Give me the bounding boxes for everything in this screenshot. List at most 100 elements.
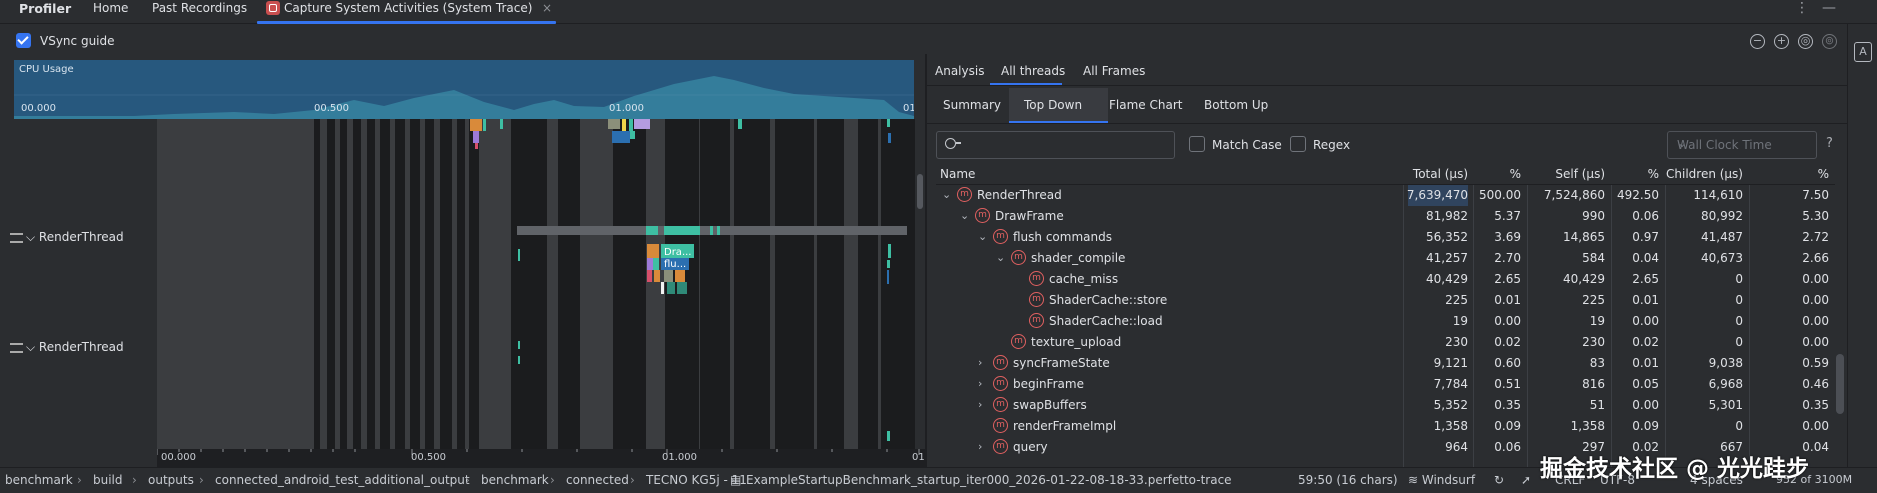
tab-all-threads[interactable]: All threads [1001,64,1065,78]
regex-checkbox[interactable] [1290,136,1306,152]
row-children-pct: 0.00 [1802,293,1829,307]
table-row[interactable]: › m swapBuffers 5,352 0.35 51 0.00 5,301 0.35 [936,395,1835,416]
chevron-down-icon[interactable]: ⌄ [996,251,1006,264]
table-row[interactable]: › m syncFrameState 9,121 0.60 83 0.01 9,038 0.59 [936,353,1835,374]
table-row[interactable]: m cache_miss 40,429 2.65 40,429 2.65 0 0.00 [936,269,1835,290]
chevron-right-icon[interactable]: › [978,398,988,411]
windsurf-plugin[interactable]: ≋ Windsurf [1408,473,1475,487]
assistant-icon[interactable]: A [1854,42,1872,62]
breadcrumb-item[interactable]: ExampleStartupBenchmark_startup_iter000_… [746,473,1232,487]
tab-flame-chart[interactable]: Flame Chart [1109,98,1182,112]
file-icon: ▤ [730,473,742,487]
breadcrumb-item[interactable]: benchmark [481,473,549,487]
tab-top-down[interactable]: Top Down [1024,98,1082,112]
time-axis: 00.000 00.500 01.000 01 [157,449,925,467]
chevron-down-icon: ⌄ [1677,136,1688,150]
table-row[interactable]: › m beginFrame 7,784 0.51 816 0.05 6,968 0.46 [936,374,1835,395]
help-icon[interactable]: ? [1826,136,1833,151]
row-self: 19 [1589,314,1605,328]
row-total-pct: 0.01 [1494,293,1521,307]
clock-type-select[interactable]: Wall Clock Time ⌄ [1667,131,1817,159]
table-scrollbar-thumb[interactable] [1836,354,1844,414]
col-header-self[interactable]: Self (μs) [1527,167,1605,181]
breadcrumb-item[interactable]: connected [566,473,629,487]
table-row[interactable]: ⌄ m RenderThread 7,639,470 500.00 7,524,860 49… [936,185,1835,206]
expand-chevron-icon[interactable]: ⌵ [26,230,39,244]
zoom-in-icon[interactable]: + [1774,34,1789,49]
expand-chevron-icon[interactable]: ⌵ [26,340,39,354]
chevron-right-icon[interactable]: › [978,440,988,453]
tab-capture-system-activities[interactable]: Capture System Activities (System Trace)… [257,0,556,24]
chevron-right-icon[interactable]: › [978,356,988,369]
chevron-down-icon[interactable]: ⌄ [960,209,970,222]
method-icon: m [1029,313,1044,328]
breadcrumb-item[interactable]: connected_android_test_additional_output [215,473,470,487]
cpu-tick-label: 01.000 [609,103,644,114]
reset-zoom-icon[interactable]: ◎ [1798,34,1813,49]
vsync-guide-checkbox[interactable] [16,33,31,48]
trace-timeline[interactable]: Dra... flu... [157,119,915,449]
cpu-usage-title: CPU Usage [19,64,74,75]
row-total: 964 [1445,440,1468,454]
table-row[interactable]: ⌄ m DrawFrame 81,982 5.37 990 0.06 80,992 5.30 [936,206,1835,227]
tab-past-recordings[interactable]: Past Recordings [152,0,247,24]
row-total: 19 [1452,314,1468,328]
col-header-children[interactable]: Children (μs) [1665,167,1743,181]
col-header-name[interactable]: Name [940,167,975,181]
breadcrumb-item[interactable]: build [93,473,123,487]
drag-handle-icon[interactable] [10,232,23,243]
match-case-checkbox[interactable] [1189,136,1205,152]
tab-analysis[interactable]: Analysis [935,64,984,78]
row-children: 80,992 [1701,209,1743,223]
tab-home[interactable]: Home [93,0,128,24]
row-children-pct: 7.50 [1802,188,1829,202]
track-render-thread-1[interactable]: ⌵ RenderThread [10,230,124,245]
row-total: 40,429 [1426,272,1468,286]
caret-position[interactable]: 59:50 (16 chars) [1298,473,1398,487]
minimize-icon[interactable]: — [1822,0,1836,16]
table-row[interactable]: m texture_upload 230 0.02 230 0.02 0 0.00 [936,332,1835,353]
close-tab-icon[interactable]: × [542,0,552,17]
search-input[interactable] [936,131,1175,159]
table-row[interactable]: ⌄ m flush commands 56,352 3.69 14,865 0.97 41,4… [936,227,1835,248]
row-total: 7,639,470 [1406,188,1468,202]
method-icon: m [1029,292,1044,307]
cpu-usage-chart[interactable]: CPU Usage 00.000 00.500 01.000 01 [14,60,914,119]
table-row[interactable]: m renderFrameImpl 1,358 0.09 1,358 0.09 0 0.00 [936,416,1835,437]
top-down-table[interactable]: Name Total (μs) % Self (μs) % Children (… [936,164,1844,467]
rocket-icon[interactable]: ➚ [1521,473,1531,487]
method-icon: m [1011,334,1026,349]
track-render-thread-2[interactable]: ⌵ RenderThread [10,340,124,355]
tab-summary[interactable]: Summary [943,98,1001,112]
col-header-self-pct[interactable]: % [1611,167,1659,181]
tracks-scrollbar-thumb[interactable] [917,174,923,209]
zoom-out-icon[interactable]: − [1750,34,1765,49]
table-row[interactable]: m ShaderCache::load 19 0.00 19 0.00 0 0.00 [936,311,1835,332]
row-self-pct: 492.50 [1617,188,1659,202]
tracks-scrollbar[interactable] [915,119,925,449]
col-header-children-pct[interactable]: % [1749,167,1829,181]
tab-bottom-up[interactable]: Bottom Up [1204,98,1268,112]
method-icon: m [993,397,1008,412]
row-name: flush commands [1013,230,1112,244]
col-header-total[interactable]: Total (μs) [1403,167,1468,181]
col-header-total-pct[interactable]: % [1473,167,1521,181]
tab-all-frames[interactable]: All Frames [1083,64,1145,78]
row-name: texture_upload [1031,335,1122,349]
drag-handle-icon[interactable] [10,342,23,353]
breadcrumb-separator: › [550,473,555,487]
table-row[interactable]: ⌄ m shader_compile 41,257 2.70 584 0.04 40,673 2… [936,248,1835,269]
chevron-right-icon[interactable]: › [978,377,988,390]
breadcrumb-item[interactable]: benchmark [5,473,73,487]
breadcrumb-separator: › [630,473,635,487]
sync-icon[interactable]: ↻ [1494,473,1504,487]
more-options-icon[interactable]: ⋮ [1795,0,1809,16]
go-live-icon[interactable]: ⊚ [1822,34,1837,49]
search-icon [945,138,961,149]
table-row[interactable]: m ShaderCache::store 225 0.01 225 0.01 0 0.00 [936,290,1835,311]
chevron-down-icon[interactable]: ⌄ [978,230,988,243]
row-children-pct: 0.59 [1802,356,1829,370]
breadcrumb-item[interactable]: outputs [148,473,194,487]
tab-capture-label: Capture System Activities (System Trace) [284,1,533,15]
chevron-down-icon[interactable]: ⌄ [942,188,952,201]
